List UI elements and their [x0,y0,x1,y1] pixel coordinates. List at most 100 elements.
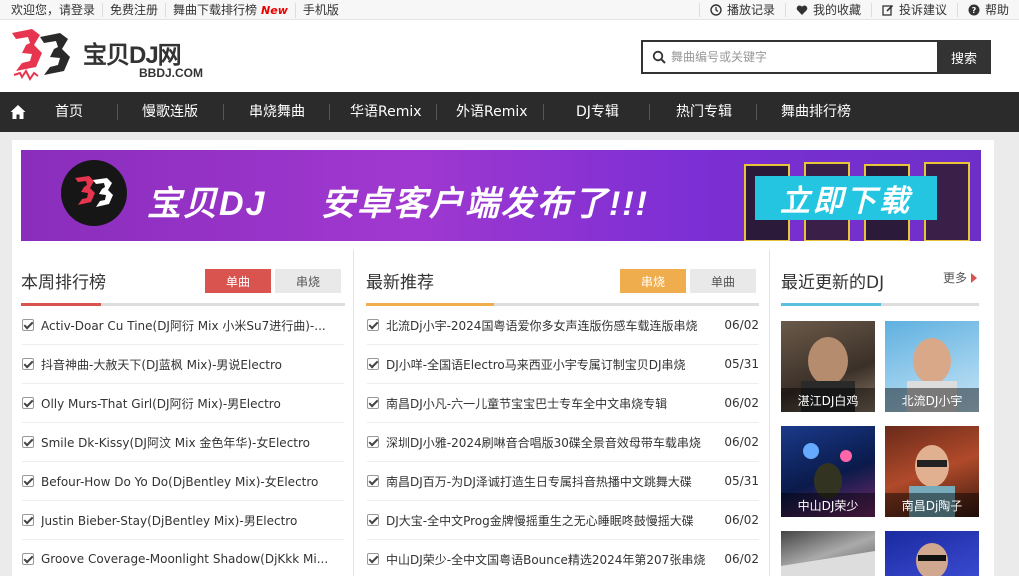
feedback-link[interactable]: 投诉建议 [870,3,957,17]
search-box: 搜索 [641,40,991,74]
list-item[interactable]: Befour-How Do Yo Do(DjBentley Mix)-女Elec… [22,462,344,501]
checkbox[interactable] [367,436,379,448]
tab-singles[interactable]: 单曲 [205,269,271,293]
song-title[interactable]: 北流Dj小宇-2024国粤语爱你多女声连版伤感车载连版串烧 [386,317,718,334]
list-item[interactable]: Activ-Doar Cu Tine(DJ阿衍 Mix 小米Su7进行曲)-..… [22,306,344,345]
nav-item-foreign-remix[interactable]: 外语Remix [456,92,528,132]
checkbox[interactable] [22,553,34,565]
checkbox[interactable] [22,397,34,409]
play-history-link[interactable]: 播放记录 [698,3,785,17]
nav-separator [436,104,437,120]
favorites-label: 我的收藏 [812,3,861,17]
nav-item-home[interactable]: 首页 [55,92,83,132]
checkbox[interactable] [367,358,379,370]
nav-item-medley[interactable]: 串烧舞曲 [249,92,305,132]
nav-item-chinese-remix[interactable]: 华语Remix [350,92,422,132]
tab-medley[interactable]: 串烧 [275,269,341,293]
new-badge: New [261,3,288,17]
list-item[interactable]: Groove Coverage-Moonlight Shadow(DjKkk M… [22,540,344,576]
help-link[interactable]: ? 帮助 [956,3,1019,17]
favorites-link[interactable]: 我的收藏 [784,3,871,17]
list-item[interactable]: Justin Bieber-Stay(DjBentley Mix)-男Elect… [22,501,344,540]
song-title[interactable]: 抖音神曲-大赦天下(DJ蓝枫 Mix)-男说Electro [41,356,344,373]
list-item[interactable]: DJ大宝-全中文Prog金牌慢摇重生之无心睡眠咚鼓慢摇大碟 06/02 [367,501,759,540]
more-link[interactable]: 更多 [943,269,978,286]
song-title[interactable]: Groove Coverage-Moonlight Shadow(DjKkk M… [41,552,344,566]
column-divider [353,250,354,576]
checkbox[interactable] [367,397,379,409]
checkbox[interactable] [22,475,34,487]
dj-card[interactable]: 中山DJ荣少 [781,426,875,517]
checkbox[interactable] [22,514,34,526]
song-title[interactable]: Justin Bieber-Stay(DjBentley Mix)-男Elect… [41,512,344,529]
dj-photo [781,551,875,576]
svg-text:?: ? [972,6,977,15]
mobile-link[interactable]: 手机版 [296,3,346,17]
dj-card[interactable]: 湛江DJ白鸡 [781,321,875,412]
list-item[interactable]: Olly Murs-That Girl(DJ阿衍 Mix)-男Electro [22,384,344,423]
list-item[interactable]: 深圳DJ小雅-2024刷啉音合唱版30碟全景音效母带车载串烧 06/02 [367,423,759,462]
home-icon[interactable] [9,103,27,121]
nav-item-hot-albums[interactable]: 热门专辑 [676,92,732,132]
nav-item-chart[interactable]: 舞曲排行榜 [781,92,851,132]
site-logo[interactable]: 宝贝DJ网 BBDJ.COM [10,27,220,82]
song-title[interactable]: 中山DJ荣少-全中文国粤语Bounce精选2024年第207张串烧 [386,551,718,568]
song-title[interactable]: 南昌DJ百万-为DJ泽诚打造生日专属抖音热播中文跳舞大碟 [386,473,718,490]
app-banner[interactable]: 宝贝DJ 安卓客户端发布了!!! 立即下载 [21,150,981,241]
register-link[interactable]: 免费注册 [103,3,167,17]
tab-latest-singles[interactable]: 单曲 [690,269,756,293]
song-date: 06/02 [724,552,759,566]
list-item[interactable]: 抖音神曲-大赦天下(DJ蓝枫 Mix)-男说Electro [22,345,344,384]
search-input[interactable] [671,42,931,72]
song-title[interactable]: Befour-How Do Yo Do(DjBentley Mix)-女Elec… [41,473,344,490]
song-date: 06/02 [724,513,759,527]
help-label: 帮助 [984,3,1009,17]
song-title[interactable]: 深圳DJ小雅-2024刷啉音合唱版30碟全景音效母带车载串烧 [386,434,718,451]
dj-name: 北流DJ小宇 [885,388,979,412]
checkbox[interactable] [22,358,34,370]
checkbox[interactable] [22,319,34,331]
nav-separator [329,104,330,120]
feedback-label: 投诉建议 [898,3,947,17]
song-title[interactable]: Activ-Doar Cu Tine(DJ阿衍 Mix 小米Su7进行曲)-..… [41,317,344,334]
checkbox[interactable] [367,514,379,526]
top-bar: 欢迎您，请登录 免费注册 舞曲下载排行榜 New 手机版 播放记录 我的收藏 投诉… [0,0,1019,20]
checkbox[interactable] [22,436,34,448]
login-link[interactable]: 欢迎您，请登录 [0,3,104,17]
checkbox[interactable] [367,553,379,565]
dj-name: 湛江DJ白鸡 [781,388,875,412]
nav-item-slow-songs[interactable]: 慢歌连版 [142,92,198,132]
dj-name: 中山DJ荣少 [781,493,875,517]
list-item[interactable]: 中山DJ荣少-全中文国粤语Bounce精选2024年第207张串烧 06/02 [367,540,759,576]
song-date: 06/02 [724,396,759,410]
song-title[interactable]: DJ大宝-全中文Prog金牌慢摇重生之无心睡眠咚鼓慢摇大碟 [386,512,718,529]
banner-headline: 安卓客户端发布了!!! [321,185,649,223]
list-item[interactable]: 南昌DJ百万-为DJ泽诚打造生日专属抖音热播中文跳舞大碟 05/31 [367,462,759,501]
checkbox[interactable] [367,475,379,487]
dj-card[interactable]: 北流DJ小宇 [885,321,979,412]
logo-mark-icon [12,29,70,81]
tab-latest-medley[interactable]: 串烧 [620,269,686,293]
checkbox[interactable] [367,319,379,331]
list-item[interactable]: Smile Dk-Kissy(DJ阿汶 Mix 金色年华)-女Electro [22,423,344,462]
nav-item-dj-albums[interactable]: DJ专辑 [576,92,619,132]
song-title[interactable]: DJ小咩-全国语Electro马来西亚小宇专属订制宝贝DJ串烧 [386,356,718,373]
recent-djs-underline [781,303,979,306]
download-button[interactable]: 立即下载 [755,176,937,220]
song-title[interactable]: Olly Murs-That Girl(DJ阿衍 Mix)-男Electro [41,395,344,412]
banner-brand: 宝贝DJ [147,185,267,223]
dj-card[interactable] [781,531,875,576]
list-item[interactable]: 南昌DJ小凡-六一儿童节宝宝巴士专车全中文串烧专辑 06/02 [367,384,759,423]
nav-separator [649,104,650,120]
list-item[interactable]: 北流Dj小宇-2024国粤语爱你多女声连版伤感车载连版串烧 06/02 [367,306,759,345]
dj-card[interactable]: 南昌Dj陶子 [885,426,979,517]
song-title[interactable]: 南昌DJ小凡-六一儿童节宝宝巴士专车全中文串烧专辑 [386,395,718,412]
nav-separator [117,104,118,120]
list-item[interactable]: DJ小咩-全国语Electro马来西亚小宇专属订制宝贝DJ串烧 05/31 [367,345,759,384]
search-button[interactable]: 搜索 [937,40,991,74]
song-date: 05/31 [724,357,759,371]
chart-download-link[interactable]: 舞曲下载排行榜 New [166,2,296,18]
question-icon: ? [968,4,980,16]
song-title[interactable]: Smile Dk-Kissy(DJ阿汶 Mix 金色年华)-女Electro [41,434,344,451]
dj-card[interactable] [885,531,979,576]
